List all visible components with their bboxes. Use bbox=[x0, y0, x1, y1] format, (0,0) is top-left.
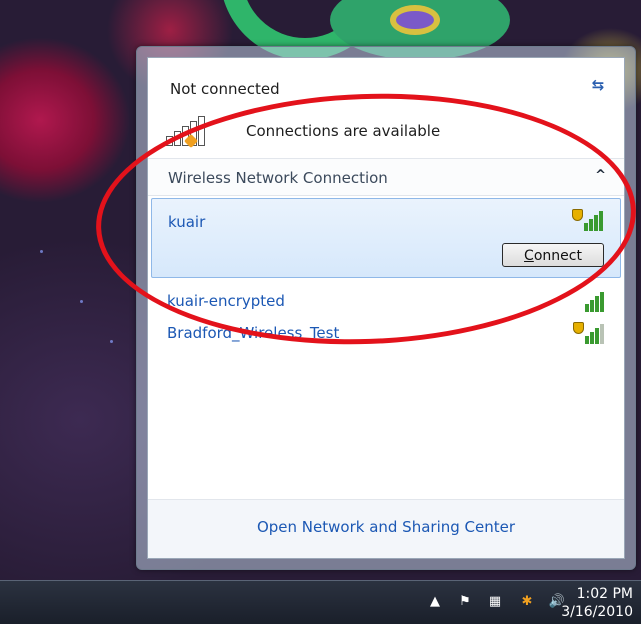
show-hidden-icons-icon[interactable]: ▲ bbox=[426, 593, 444, 611]
network-bars-icon bbox=[166, 116, 226, 149]
connect-button[interactable]: Connect bbox=[502, 243, 604, 267]
connection-status: Not connected ⇆ bbox=[170, 72, 610, 102]
network-name: kuair-encrypted bbox=[167, 292, 285, 310]
section-label: Wireless Network Connection bbox=[168, 169, 388, 187]
network-name: kuair bbox=[168, 213, 206, 231]
secured-signal-icon bbox=[573, 322, 605, 344]
network-status-icon[interactable]: ✱ bbox=[518, 593, 536, 611]
taskbar: ▲ ⚑ ▦ ✱ 🔊 1:02 PM 3/16/2010 bbox=[0, 580, 641, 624]
network-item-kuair-encrypted[interactable]: kuair-encrypted bbox=[151, 286, 621, 316]
flyout-content: Not connected ⇆ Connections are availabl… bbox=[147, 57, 625, 559]
signal-icon bbox=[573, 290, 605, 312]
clock-time: 1:02 PM bbox=[576, 586, 633, 602]
action-center-flag-icon[interactable]: ⚑ bbox=[456, 593, 474, 611]
status-title: Not connected bbox=[170, 80, 280, 98]
availability-text: Connections are available bbox=[246, 122, 441, 140]
chevron-up-icon[interactable]: ^ bbox=[595, 168, 606, 183]
connect-label: onnect bbox=[533, 248, 582, 264]
availability-row: Connections are available bbox=[166, 110, 606, 149]
wallpaper-swirl bbox=[390, 5, 440, 35]
clock[interactable]: 1:02 PM 3/16/2010 bbox=[561, 585, 633, 621]
connect-accelerator: C bbox=[524, 248, 534, 264]
network-name: Bradford_Wireless_Test bbox=[167, 324, 340, 342]
devices-icon[interactable]: ▦ bbox=[486, 593, 504, 611]
flyout-footer: Open Network and Sharing Center bbox=[148, 499, 624, 558]
network-item-bradford[interactable]: Bradford_Wireless_Test bbox=[151, 318, 621, 348]
clock-date: 3/16/2010 bbox=[561, 604, 633, 620]
system-tray: ▲ ⚑ ▦ ✱ 🔊 1:02 PM 3/16/2010 bbox=[281, 581, 641, 624]
network-flyout: Not connected ⇆ Connections are availabl… bbox=[136, 46, 636, 570]
refresh-icon[interactable]: ⇆ bbox=[586, 76, 610, 94]
secured-signal-icon bbox=[572, 209, 604, 231]
wallpaper-dot bbox=[110, 340, 113, 343]
section-header[interactable]: Wireless Network Connection ^ bbox=[148, 158, 624, 196]
network-item-kuair[interactable]: kuair Connect bbox=[151, 198, 621, 278]
wallpaper-dot bbox=[40, 250, 43, 253]
wallpaper-dot bbox=[80, 300, 83, 303]
open-network-sharing-center-link[interactable]: Open Network and Sharing Center bbox=[148, 518, 624, 536]
